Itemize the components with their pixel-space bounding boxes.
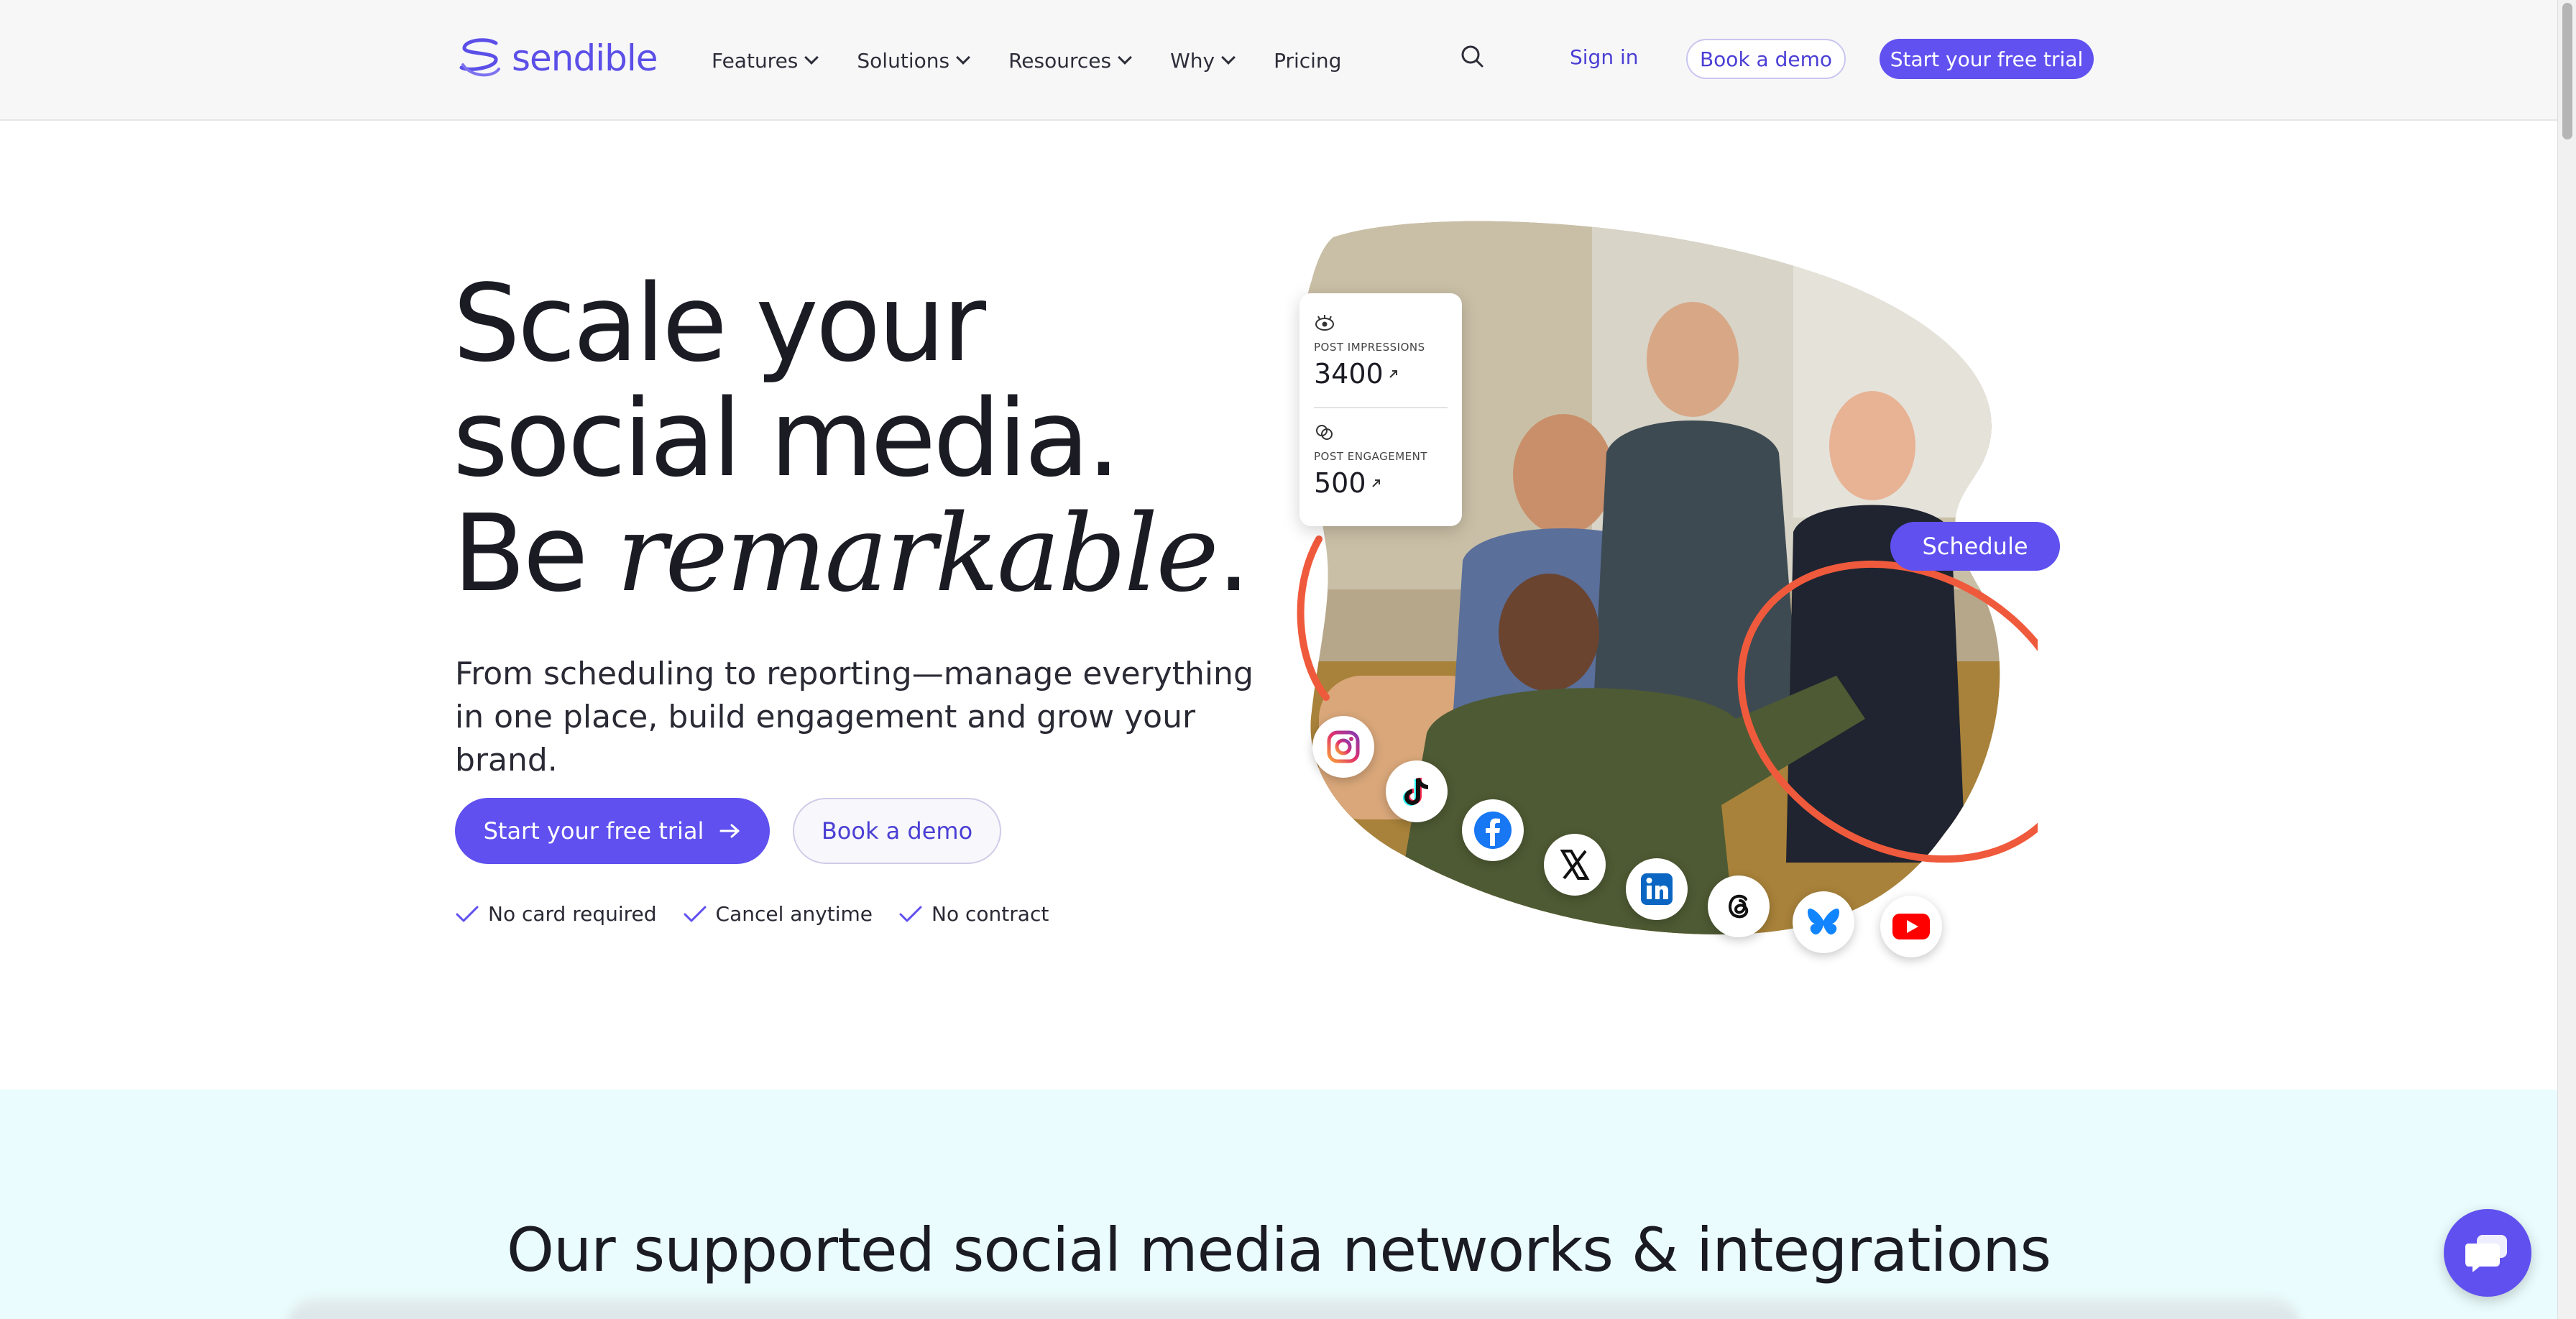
facebook-icon [1462,799,1524,861]
nav-item-label: Pricing [1274,48,1342,73]
engagement-icon [1316,425,1333,440]
youtube-icon [1880,896,1942,957]
bluesky-icon [1793,891,1854,953]
hero-heading-italic: remarkable [616,492,1219,615]
page: sendible Features Solutions Resources Wh… [0,0,2576,1319]
engagement-label: POST ENGAGEMENT [1314,450,1428,463]
engagement-value: 500 [1314,467,1448,499]
impressions-value: 3400 [1314,358,1448,390]
stats-card: POST IMPRESSIONS 3400 POST ENGAGEMENT 50… [1300,293,1462,526]
trend-up-icon [1389,370,1397,378]
sendible-logo[interactable]: sendible [457,36,658,81]
tiktok-icon [1386,760,1448,822]
chat-icon [2465,1235,2507,1272]
threads-icon [1708,875,1770,937]
schedule-pill: Schedule [1890,522,2060,571]
benefit-label: No card required [488,902,657,926]
hero-start-trial-label: Start your free trial [483,817,704,845]
nav-item-solutions[interactable]: Solutions [857,48,970,73]
impressions-number: 3400 [1314,358,1384,390]
hero-heading-prefix: Be [453,492,617,615]
chevron-down-icon [1221,50,1236,65]
nav-item-resources[interactable]: Resources [1008,48,1132,73]
sendible-logo-mark [459,38,500,77]
nav-item-label: Why [1170,48,1215,73]
signin-link[interactable]: Sign in [1570,45,1639,69]
benefit-item: Cancel anytime [683,902,873,926]
nav-item-why[interactable]: Why [1170,48,1236,73]
instagram-icon [1312,716,1374,778]
x-icon [1544,834,1606,896]
networks-title: Our supported social media networks & in… [506,1215,2051,1285]
main-nav: Features Solutions Resources Why Pricing [712,0,1341,121]
linkedin-icon [1626,858,1688,920]
arrow-right-icon [719,824,740,838]
scrollbar-thumb[interactable] [2562,3,2572,139]
impressions-label: POST IMPRESSIONS [1314,341,1425,354]
benefit-label: No contract [932,902,1049,926]
nav-item-pricing[interactable]: Pricing [1274,49,1341,73]
hero-heading: Scale your social media. Be remarkable. [453,262,1251,611]
header-book-demo-button[interactable]: Book a demo [1686,39,1846,79]
hero-heading-line-3: Be remarkable. [453,496,1251,611]
eye-icon [1315,315,1334,331]
header-start-trial-button[interactable]: Start your free trial [1880,39,2094,79]
benefit-label: Cancel anytime [715,902,873,926]
search-button[interactable] [1459,43,1486,73]
nav-item-label: Solutions [857,48,950,73]
check-icon [456,906,479,922]
nav-item-label: Features [712,48,799,73]
page-scrollbar[interactable] [2557,0,2576,1319]
hero-heading-line-1: Scale your [453,262,986,385]
benefit-item: No card required [455,902,657,926]
hero-book-demo-button[interactable]: Book a demo [793,798,1001,864]
chevron-down-icon [956,50,970,65]
networks-panel-edge [288,1297,2300,1319]
hero-heading-line-2: social media. [453,377,1121,500]
hero-benefits: No card required Cancel anytime No contr… [455,902,1049,926]
logo-wordmark: sendible [512,37,658,79]
nav-item-features[interactable]: Features [712,48,819,73]
nav-item-label: Resources [1008,48,1112,73]
chevron-down-icon [1118,50,1132,65]
hero-heading-suffix: . [1216,492,1251,615]
chat-button[interactable] [2444,1209,2531,1297]
benefit-item: No contract [898,902,1049,926]
site-header: sendible Features Solutions Resources Wh… [0,0,2557,121]
stats-divider [1314,407,1448,408]
hero-start-trial-button[interactable]: Start your free trial [455,798,770,864]
check-icon [899,906,922,922]
chevron-down-icon [804,50,819,65]
trend-up-icon [1371,479,1380,487]
hero-subtitle: From scheduling to reporting—manage ever… [455,656,1254,778]
search-icon [1461,45,1484,68]
check-icon [684,906,707,922]
engagement-number: 500 [1314,467,1366,499]
